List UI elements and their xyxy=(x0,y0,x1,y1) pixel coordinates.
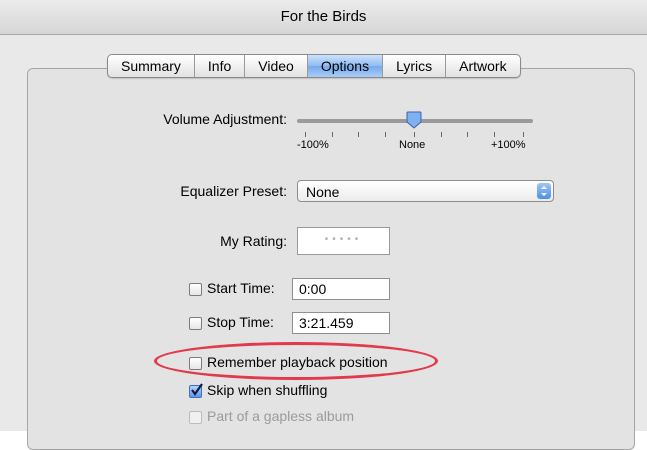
start-time-checkbox[interactable] xyxy=(189,283,202,296)
slider-tick xyxy=(358,132,359,137)
window-title-bar: For the Birds xyxy=(0,0,647,35)
equalizer-preset-popup[interactable]: None xyxy=(297,180,554,202)
slider-tick xyxy=(414,132,415,137)
skip-when-shuffling-label: Skip when shuffling xyxy=(207,382,328,398)
checkmark-icon xyxy=(191,383,203,396)
tab-bar: Summary Info Video Options Lyrics Artwor… xyxy=(107,54,521,78)
slider-tick xyxy=(523,132,524,137)
slider-tick xyxy=(441,132,442,137)
stop-time-label: Stop Time: xyxy=(207,314,274,330)
options-panel xyxy=(27,68,635,450)
volume-slider-knob[interactable] xyxy=(406,111,422,129)
slider-tick xyxy=(332,132,333,137)
gapless-album-checkbox xyxy=(189,411,202,424)
start-time-field[interactable]: 0:00 xyxy=(292,278,390,300)
gapless-album-label: Part of a gapless album xyxy=(207,408,355,424)
my-rating-label: My Rating: xyxy=(220,233,287,249)
volume-mid-label: None xyxy=(399,139,426,151)
tab-info[interactable]: Info xyxy=(193,55,244,77)
volume-min-label: -100% xyxy=(297,139,329,151)
slider-tick xyxy=(494,132,495,137)
tab-lyrics[interactable]: Lyrics xyxy=(382,55,445,77)
start-time-label: Start Time: xyxy=(207,280,275,296)
slider-tick xyxy=(467,132,468,137)
window-title: For the Birds xyxy=(280,8,367,25)
rating-control[interactable]: ••••• xyxy=(297,227,390,255)
up-down-arrows-icon xyxy=(537,183,551,199)
volume-adjustment-label: Volume Adjustment: xyxy=(163,111,287,127)
slider-tick xyxy=(305,132,306,137)
tab-artwork[interactable]: Artwork xyxy=(445,55,519,77)
equalizer-preset-label: Equalizer Preset: xyxy=(180,183,287,199)
skip-when-shuffling-checkbox[interactable] xyxy=(189,383,203,398)
tab-options[interactable]: Options xyxy=(306,55,383,77)
highlight-ellipse xyxy=(154,342,438,380)
volume-max-label: +100% xyxy=(491,139,526,151)
stop-time-checkbox[interactable] xyxy=(189,317,202,330)
slider-tick xyxy=(385,132,386,137)
tab-summary[interactable]: Summary xyxy=(108,55,194,77)
equalizer-preset-value: None xyxy=(306,184,340,200)
stop-time-field[interactable]: 3:21.459 xyxy=(292,312,390,334)
tab-video[interactable]: Video xyxy=(244,55,307,77)
